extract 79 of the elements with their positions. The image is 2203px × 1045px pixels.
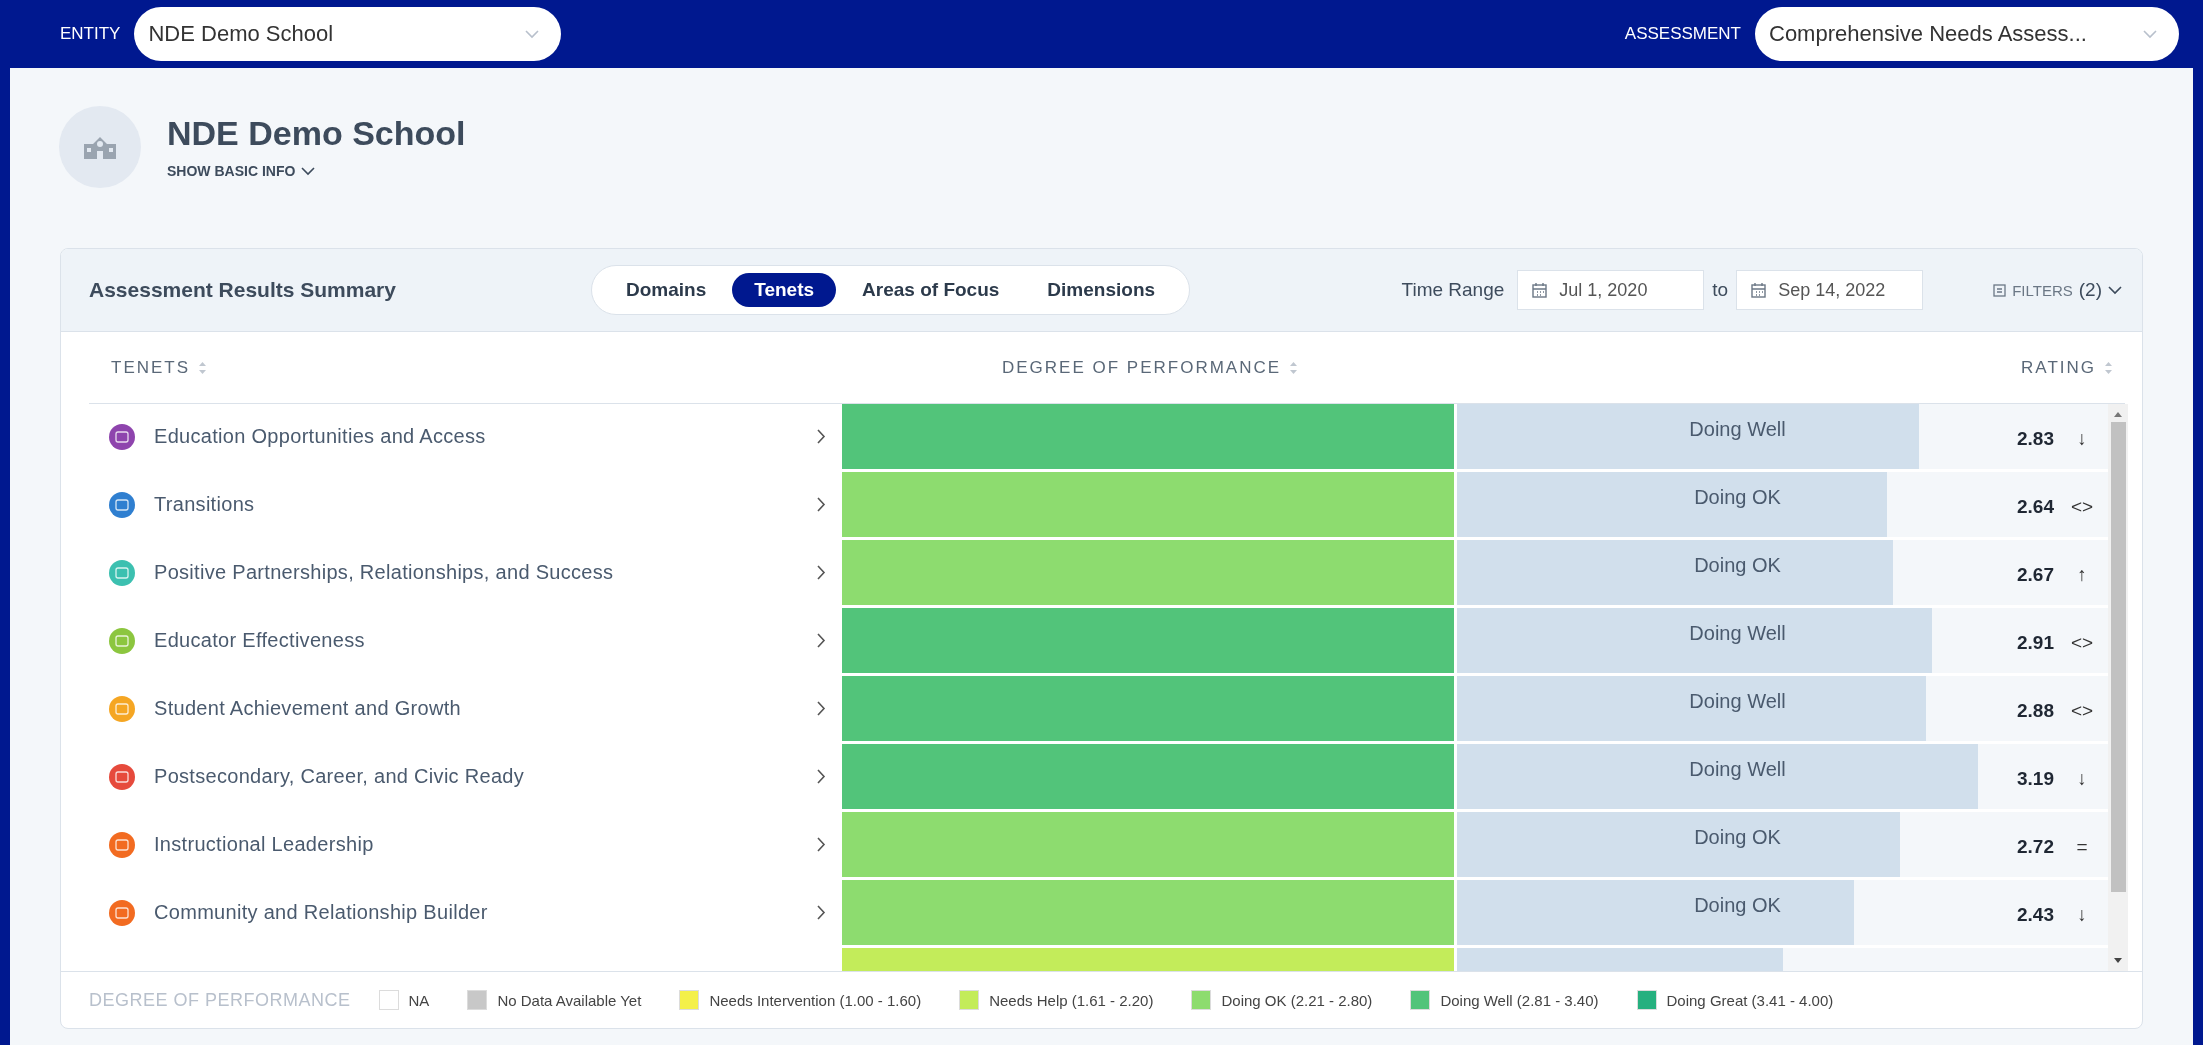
entity-label: ENTITY: [60, 24, 121, 44]
assessment-select[interactable]: Comprehensive Needs Assess...: [1755, 7, 2179, 61]
school-icon: [83, 134, 117, 160]
time-range-label: Time Range: [1401, 279, 1505, 301]
view-tab[interactable]: Areas of Focus: [840, 273, 1022, 307]
legend-label: Needs Intervention (1.00 - 1.60): [709, 991, 922, 1009]
filter-icon: [1993, 283, 2007, 297]
calendar-icon: [1751, 282, 1767, 298]
chevron-right-icon[interactable]: [817, 565, 826, 580]
tenet-name: Instructional Leadership: [154, 833, 375, 856]
rating-value: 3.19: [2017, 768, 2054, 790]
entity-select[interactable]: NDE Demo School: [134, 7, 562, 61]
card-title: Assessment Results Summary: [89, 278, 397, 302]
trend-indicator: ↓: [2076, 904, 2088, 926]
performance-status: Doing Well: [1688, 758, 1787, 781]
chevron-down-icon: [301, 166, 316, 176]
rating-value: 2.72: [2017, 836, 2054, 858]
chevron-right-icon[interactable]: [817, 497, 826, 512]
calendar-icon: [1532, 282, 1548, 298]
school-title: NDE Demo School: [167, 114, 466, 153]
tenet-name: Student Achievement and Growth: [154, 697, 462, 720]
trend-indicator: ↓: [2076, 428, 2088, 450]
column-header[interactable]: RATING: [2021, 357, 2096, 378]
chevron-right-icon[interactable]: [817, 769, 826, 784]
start-date-field[interactable]: Jul 1, 2020: [1517, 270, 1705, 310]
assessment-label: ASSESSMENT: [1624, 24, 1741, 44]
legend-label: Doing Well (2.81 - 3.40): [1440, 991, 1599, 1009]
scroll-up-icon[interactable]: [2113, 410, 2123, 418]
chevron-right-icon[interactable]: [817, 905, 826, 920]
performance-status: Doing OK: [1693, 826, 1782, 849]
chevron-right-icon[interactable]: [817, 633, 826, 648]
show-basic-info-toggle[interactable]: SHOW BASIC INFO: [167, 163, 466, 179]
column-header[interactable]: DEGREE OF PERFORMANCE: [1002, 357, 1282, 378]
performance-status: Doing OK: [1693, 486, 1782, 509]
tenet-name: Community and Relationship Builder: [154, 901, 489, 924]
end-date-field[interactable]: Sep 14, 2022: [1736, 270, 1924, 310]
chevron-down-icon: [2143, 29, 2157, 39]
rating-value: 2.91: [2017, 632, 2054, 654]
legend-label: Doing OK (2.21 - 2.80): [1221, 991, 1373, 1009]
legend-label: No Data Available Yet: [497, 991, 642, 1009]
scrollbar[interactable]: [2108, 404, 2128, 971]
scrollbar-thumb[interactable]: [2110, 422, 2126, 892]
trend-indicator: <>: [2070, 700, 2094, 722]
performance-status: Doing OK: [1693, 554, 1782, 577]
performance-status: Doing OK: [1693, 894, 1782, 917]
chevron-right-icon[interactable]: [817, 837, 826, 852]
view-tab[interactable]: Tenets: [732, 273, 837, 307]
trend-indicator: ↓: [2076, 768, 2088, 790]
view-tab[interactable]: Domains: [604, 273, 729, 307]
performance-status: Doing Well: [1688, 690, 1787, 713]
performance-status: Doing Well: [1688, 418, 1787, 441]
trend-indicator: ↑: [2076, 564, 2088, 586]
legend-label: Doing Great (3.41 - 4.00): [1666, 991, 1834, 1009]
column-header[interactable]: TENETS: [111, 357, 191, 378]
scroll-down-icon[interactable]: [2113, 957, 2123, 965]
trend-indicator: <>: [2070, 496, 2094, 518]
trend-indicator: =: [2075, 836, 2089, 858]
rating-value: 2.67: [2017, 564, 2054, 586]
chevron-down-icon: [2108, 285, 2122, 295]
chevron-right-icon[interactable]: [817, 429, 826, 444]
to-label: to: [1712, 279, 1729, 301]
rating-value: 2.83: [2017, 428, 2054, 450]
performance-status: Doing Well: [1688, 622, 1787, 645]
rating-value: 2.64: [2017, 496, 2054, 518]
view-tab[interactable]: Dimensions: [1025, 273, 1178, 307]
legend-label: NA: [408, 991, 430, 1009]
tenet-name: Positive Partnerships, Relationships, and Success: [154, 561, 615, 584]
tenet-name: Education Opportunities and Access: [154, 425, 487, 448]
tenet-name: Educator Effectiveness: [154, 629, 366, 652]
legend-title: DEGREE OF PERFORMANCE: [89, 989, 351, 1011]
tenet-name: Postsecondary, Career, and Civic Ready: [154, 765, 526, 788]
tenet-name: Transitions: [154, 493, 256, 516]
chevron-down-icon: [525, 29, 540, 39]
legend-label: Needs Help (1.61 - 2.20): [989, 991, 1154, 1009]
rating-value: 2.43: [2017, 904, 2054, 926]
filters-button[interactable]: FILTERS (2): [1993, 279, 2122, 301]
rating-value: 2.88: [2017, 700, 2054, 722]
trend-indicator: <>: [2070, 632, 2094, 654]
chevron-right-icon[interactable]: [817, 701, 826, 716]
